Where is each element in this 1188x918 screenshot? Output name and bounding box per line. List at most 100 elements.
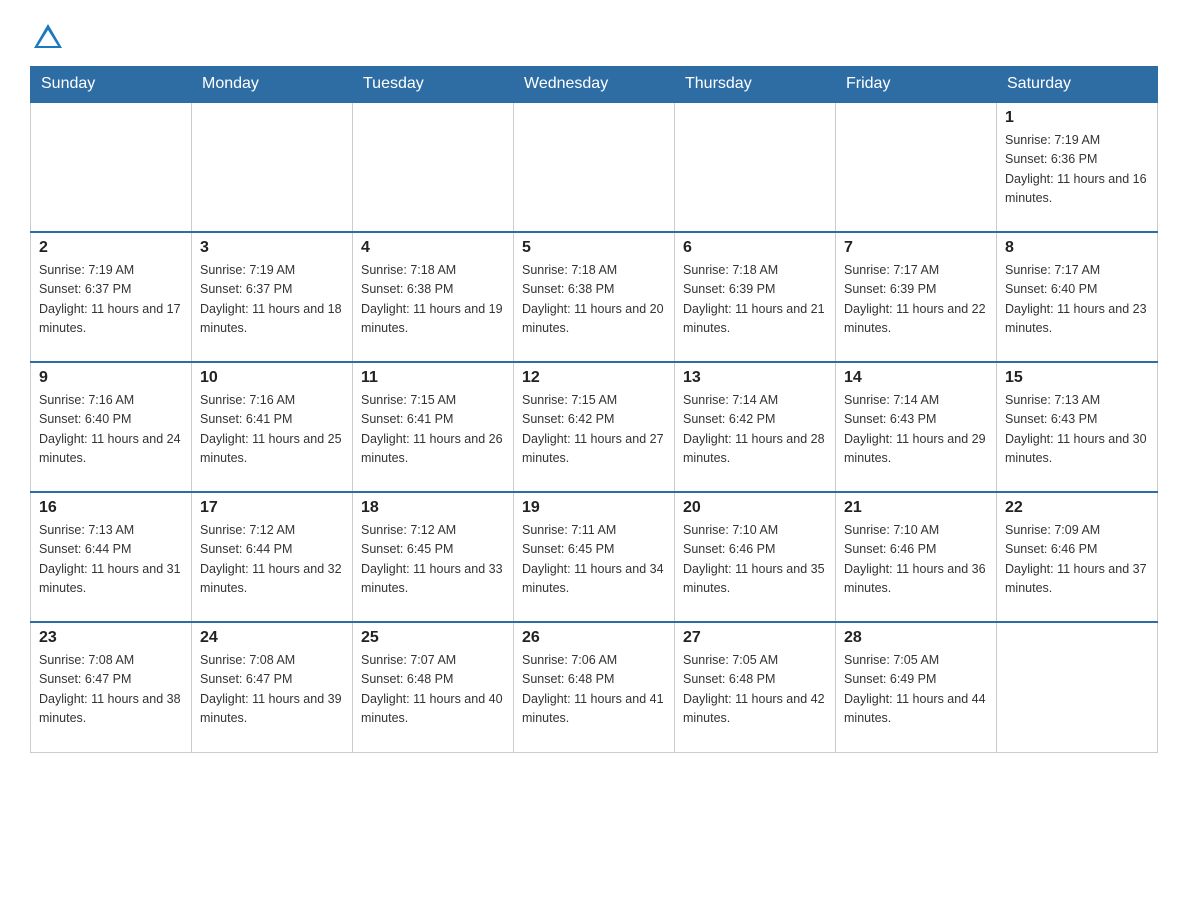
day-info: Sunrise: 7:19 AMSunset: 6:37 PMDaylight:… [200, 261, 344, 339]
logo-icon [30, 20, 66, 56]
day-info: Sunrise: 7:08 AMSunset: 6:47 PMDaylight:… [200, 651, 344, 729]
calendar-cell: 20Sunrise: 7:10 AMSunset: 6:46 PMDayligh… [675, 492, 836, 622]
day-info: Sunrise: 7:12 AMSunset: 6:45 PMDaylight:… [361, 521, 505, 599]
day-number: 17 [200, 499, 344, 517]
day-number: 26 [522, 629, 666, 647]
calendar-cell: 13 Sunrise: 7:14 AMSunset: 6:42 PMDayligh… [675, 362, 836, 492]
calendar-cell [514, 102, 675, 232]
calendar-cell: 18 Sunrise: 7:12 AMSunset: 6:45 PMDayligh… [353, 492, 514, 622]
day-info: Sunrise: 7:18 AMSunset: 6:38 PMDaylight:… [522, 261, 666, 339]
calendar-cell [675, 102, 836, 232]
day-number: 25 [361, 629, 505, 647]
calendar-cell: 8 Sunrise: 7:17 AMSunset: 6:40 PMDaylight… [997, 232, 1158, 362]
calendar-cell: 26 Sunrise: 7:06 AMSunset: 6:48 PMDayligh… [514, 622, 675, 752]
calendar-cell: 19 Sunrise: 7:11 AMSunset: 6:45 PMDayligh… [514, 492, 675, 622]
calendar-cell: 17 Sunrise: 7:12 AMSunset: 6:44 PMDayligh… [192, 492, 353, 622]
day-info: Sunrise: 7:10 AMSunset: 6:46 PMDaylight:… [683, 521, 827, 599]
calendar-cell: 14 Sunrise: 7:14 AMSunset: 6:43 PMDayligh… [836, 362, 997, 492]
day-info: Sunrise: 7:07 AMSunset: 6:48 PMDaylight:… [361, 651, 505, 729]
calendar-cell [31, 102, 192, 232]
weekday-header-monday: Monday [192, 67, 353, 103]
day-number: 19 [522, 499, 666, 517]
day-number: 23 [39, 629, 183, 647]
day-info: Sunrise: 7:05 AMSunset: 6:49 PMDaylight:… [844, 651, 988, 729]
weekday-header-friday: Friday [836, 67, 997, 103]
calendar-cell: 23 Sunrise: 7:08 AMSunset: 6:47 PMDayligh… [31, 622, 192, 752]
weekday-header-thursday: Thursday [675, 67, 836, 103]
day-number: 1 [1005, 109, 1149, 127]
calendar-cell: 28 Sunrise: 7:05 AMSunset: 6:49 PMDayligh… [836, 622, 997, 752]
day-info: Sunrise: 7:10 AMSunset: 6:46 PMDaylight:… [844, 521, 988, 599]
day-info: Sunrise: 7:11 AMSunset: 6:45 PMDaylight:… [522, 521, 666, 599]
day-number: 27 [683, 629, 827, 647]
day-info: Sunrise: 7:19 AMSunset: 6:37 PMDaylight:… [39, 261, 183, 339]
day-info: Sunrise: 7:14 AMSunset: 6:43 PMDaylight:… [844, 391, 988, 469]
day-info: Sunrise: 7:06 AMSunset: 6:48 PMDaylight:… [522, 651, 666, 729]
calendar-cell: 2 Sunrise: 7:19 AMSunset: 6:37 PMDaylight… [31, 232, 192, 362]
day-info: Sunrise: 7:08 AMSunset: 6:47 PMDaylight:… [39, 651, 183, 729]
day-info: Sunrise: 7:13 AMSunset: 6:43 PMDaylight:… [1005, 391, 1149, 469]
day-info: Sunrise: 7:15 AMSunset: 6:41 PMDaylight:… [361, 391, 505, 469]
day-number: 28 [844, 629, 988, 647]
day-info: Sunrise: 7:15 AMSunset: 6:42 PMDaylight:… [522, 391, 666, 469]
day-number: 18 [361, 499, 505, 517]
calendar-cell: 21Sunrise: 7:10 AMSunset: 6:46 PMDayligh… [836, 492, 997, 622]
day-info: Sunrise: 7:17 AMSunset: 6:39 PMDaylight:… [844, 261, 988, 339]
day-number: 16 [39, 499, 183, 517]
calendar-cell: 12Sunrise: 7:15 AMSunset: 6:42 PMDayligh… [514, 362, 675, 492]
calendar-cell: 15 Sunrise: 7:13 AMSunset: 6:43 PMDayligh… [997, 362, 1158, 492]
calendar-cell: 27 Sunrise: 7:05 AMSunset: 6:48 PMDayligh… [675, 622, 836, 752]
calendar-cell: 25 Sunrise: 7:07 AMSunset: 6:48 PMDayligh… [353, 622, 514, 752]
day-number: 5 [522, 239, 666, 257]
day-number: 9 [39, 369, 183, 387]
day-number: 14 [844, 369, 988, 387]
page-header [30, 20, 1158, 56]
calendar-cell: 9 Sunrise: 7:16 AMSunset: 6:40 PMDaylight… [31, 362, 192, 492]
calendar-cell [836, 102, 997, 232]
calendar-cell: 5 Sunrise: 7:18 AMSunset: 6:38 PMDaylight… [514, 232, 675, 362]
weekday-header-sunday: Sunday [31, 67, 192, 103]
calendar-week-row: 1 Sunrise: 7:19 AMSunset: 6:36 PMDaylight… [31, 102, 1158, 232]
day-number: 10 [200, 369, 344, 387]
calendar-cell: 3 Sunrise: 7:19 AMSunset: 6:37 PMDaylight… [192, 232, 353, 362]
calendar-cell: 11 Sunrise: 7:15 AMSunset: 6:41 PMDayligh… [353, 362, 514, 492]
weekday-header-tuesday: Tuesday [353, 67, 514, 103]
calendar-week-row: 9 Sunrise: 7:16 AMSunset: 6:40 PMDaylight… [31, 362, 1158, 492]
day-info: Sunrise: 7:16 AMSunset: 6:41 PMDaylight:… [200, 391, 344, 469]
day-number: 4 [361, 239, 505, 257]
day-number: 13 [683, 369, 827, 387]
day-info: Sunrise: 7:05 AMSunset: 6:48 PMDaylight:… [683, 651, 827, 729]
day-number: 15 [1005, 369, 1149, 387]
day-info: Sunrise: 7:13 AMSunset: 6:44 PMDaylight:… [39, 521, 183, 599]
day-info: Sunrise: 7:18 AMSunset: 6:39 PMDaylight:… [683, 261, 827, 339]
logo [30, 20, 70, 56]
day-number: 8 [1005, 239, 1149, 257]
calendar-cell: 16 Sunrise: 7:13 AMSunset: 6:44 PMDayligh… [31, 492, 192, 622]
calendar-table: SundayMondayTuesdayWednesdayThursdayFrid… [30, 66, 1158, 753]
day-number: 3 [200, 239, 344, 257]
calendar-cell: 22Sunrise: 7:09 AMSunset: 6:46 PMDayligh… [997, 492, 1158, 622]
day-info: Sunrise: 7:14 AMSunset: 6:42 PMDaylight:… [683, 391, 827, 469]
day-number: 22 [1005, 499, 1149, 517]
day-number: 7 [844, 239, 988, 257]
calendar-week-row: 2 Sunrise: 7:19 AMSunset: 6:37 PMDaylight… [31, 232, 1158, 362]
calendar-cell: 7 Sunrise: 7:17 AMSunset: 6:39 PMDaylight… [836, 232, 997, 362]
calendar-cell: 10 Sunrise: 7:16 AMSunset: 6:41 PMDayligh… [192, 362, 353, 492]
day-info: Sunrise: 7:17 AMSunset: 6:40 PMDaylight:… [1005, 261, 1149, 339]
calendar-cell: 6 Sunrise: 7:18 AMSunset: 6:39 PMDaylight… [675, 232, 836, 362]
day-number: 11 [361, 369, 505, 387]
weekday-header-saturday: Saturday [997, 67, 1158, 103]
calendar-cell: 4Sunrise: 7:18 AMSunset: 6:38 PMDaylight… [353, 232, 514, 362]
calendar-cell: 24 Sunrise: 7:08 AMSunset: 6:47 PMDayligh… [192, 622, 353, 752]
calendar-header-row: SundayMondayTuesdayWednesdayThursdayFrid… [31, 67, 1158, 103]
day-number: 2 [39, 239, 183, 257]
calendar-cell [997, 622, 1158, 752]
day-info: Sunrise: 7:16 AMSunset: 6:40 PMDaylight:… [39, 391, 183, 469]
calendar-cell [353, 102, 514, 232]
day-info: Sunrise: 7:19 AMSunset: 6:36 PMDaylight:… [1005, 131, 1149, 209]
calendar-week-row: 23 Sunrise: 7:08 AMSunset: 6:47 PMDayligh… [31, 622, 1158, 752]
day-info: Sunrise: 7:12 AMSunset: 6:44 PMDaylight:… [200, 521, 344, 599]
day-number: 24 [200, 629, 344, 647]
calendar-cell: 1 Sunrise: 7:19 AMSunset: 6:36 PMDaylight… [997, 102, 1158, 232]
day-number: 6 [683, 239, 827, 257]
